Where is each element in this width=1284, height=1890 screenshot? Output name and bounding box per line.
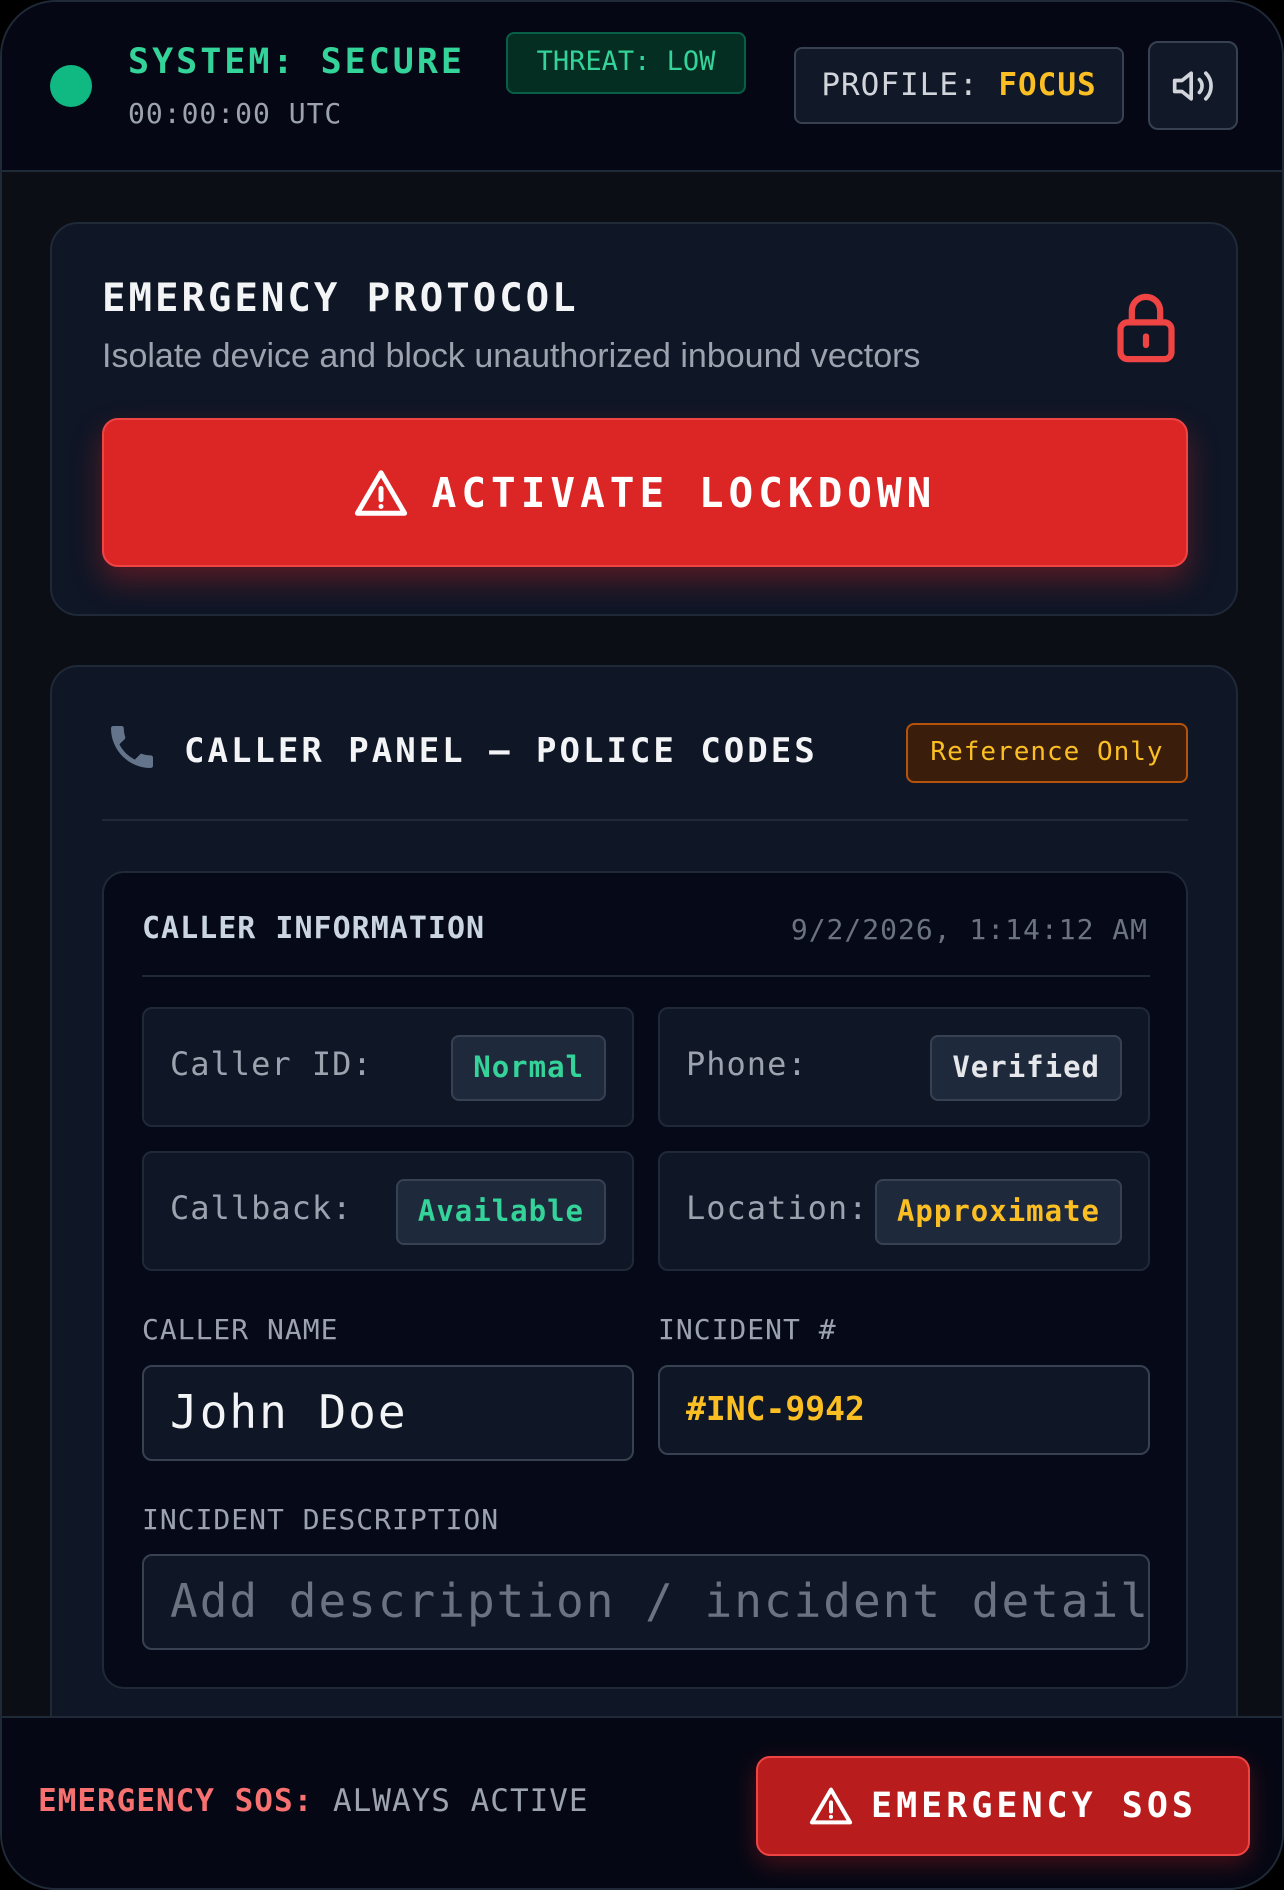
warning-triangle-icon (354, 469, 407, 516)
emergency-protocol-card: EMERGENCY PROTOCOL Isolate device and bl… (50, 222, 1238, 616)
field-label: Caller ID: (170, 1045, 373, 1083)
profile-selector[interactable]: PROFILE: FOCUS (794, 47, 1124, 124)
field-label: Callback: (170, 1189, 353, 1227)
location-field: Location: Approximate (658, 1151, 1150, 1271)
emergency-protocol-title: EMERGENCY PROTOCOL (102, 276, 579, 321)
sos-button-label: EMERGENCY SOS (871, 1786, 1197, 1826)
status-badge: Normal (451, 1035, 606, 1101)
emergency-protocol-subtitle: Isolate device and block unauthorized in… (102, 337, 921, 375)
sound-toggle-button[interactable] (1148, 41, 1238, 130)
field-label: Phone: (686, 1045, 808, 1083)
status-bar: SYSTEM: SECURE 00:00:00 UTC THREAT: LOW … (2, 2, 1282, 172)
incident-description-label: INCIDENT DESCRIPTION (142, 1503, 500, 1536)
field-label: Location: (686, 1189, 869, 1227)
sos-status-text: EMERGENCY SOS: ALWAYS ACTIVE (38, 1783, 589, 1819)
system-status-label: SYSTEM: SECURE (128, 42, 466, 82)
caller-information-title: CALLER INFORMATION (142, 911, 486, 946)
caller-id-field: Caller ID: Normal (142, 1007, 634, 1127)
sos-status-value: ALWAYS ACTIVE (332, 1783, 589, 1819)
warning-triangle-icon (809, 1787, 853, 1825)
caller-information-panel: CALLER INFORMATION 9/2/2026, 1:14:12 AM … (102, 871, 1188, 1689)
app-frame: SYSTEM: SECURE 00:00:00 UTC THREAT: LOW … (0, 0, 1284, 1890)
incident-number-label: INCIDENT # (658, 1313, 837, 1346)
sos-status-key: EMERGENCY SOS: (38, 1783, 314, 1819)
status-badge: Approximate (874, 1179, 1122, 1245)
emergency-footer-bar: EMERGENCY SOS: ALWAYS ACTIVE EMERGENCY S… (2, 1716, 1282, 1888)
caller-name-label: CALLER NAME (142, 1313, 339, 1346)
status-badge: Available (395, 1179, 606, 1245)
phone-field: Phone: Verified (658, 1007, 1150, 1127)
divider (142, 975, 1150, 977)
profile-value: FOCUS (998, 67, 1097, 103)
status-badge: Verified (930, 1035, 1122, 1101)
activate-lockdown-button[interactable]: ACTIVATE LOCKDOWN (102, 418, 1188, 567)
caller-information-timestamp: 9/2/2026, 1:14:12 AM (790, 913, 1148, 946)
lockdown-button-label: ACTIVATE LOCKDOWN (431, 468, 937, 517)
reference-only-badge: Reference Only (906, 723, 1188, 783)
status-indicator-dot (50, 65, 92, 107)
divider (102, 819, 1188, 821)
callback-field: Callback: Available (142, 1151, 634, 1271)
speaker-icon (1172, 70, 1213, 101)
caller-panel-title: CALLER PANEL — POLICE CODES (184, 731, 818, 771)
profile-label: PROFILE: (821, 67, 999, 103)
emergency-sos-button[interactable]: EMERGENCY SOS (756, 1756, 1250, 1856)
utc-clock: 00:00:00 UTC (128, 97, 343, 130)
caller-panel-card: CALLER PANEL — POLICE CODES Reference On… (50, 665, 1238, 1888)
telephone-icon (104, 719, 160, 779)
lock-icon (1112, 290, 1180, 370)
caller-name-input[interactable]: John Doe (142, 1365, 634, 1461)
incident-description-input[interactable]: Add description / incident detail (142, 1554, 1150, 1650)
threat-level-badge: THREAT: LOW (506, 32, 746, 94)
incident-number-input[interactable]: #INC-9942 (658, 1365, 1150, 1455)
